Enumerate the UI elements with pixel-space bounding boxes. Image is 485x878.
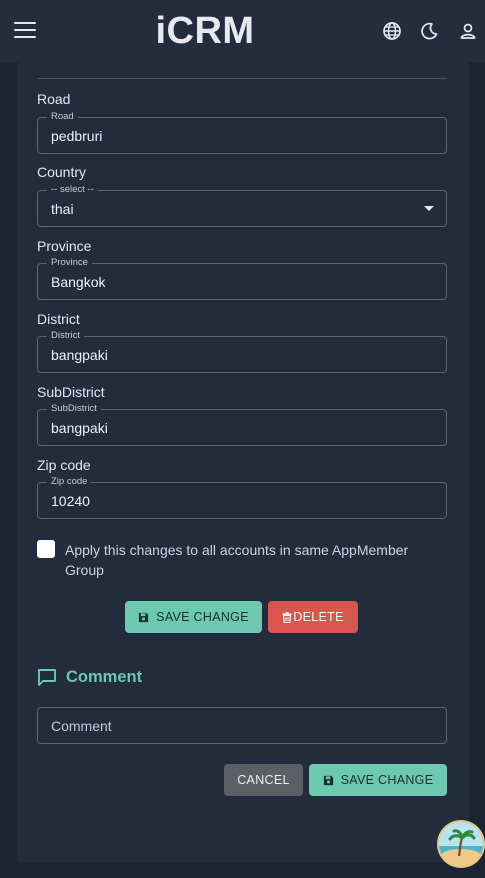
beach-island-icon xyxy=(437,820,485,868)
comment-input[interactable] xyxy=(38,708,446,743)
person-icon[interactable] xyxy=(458,21,478,41)
comment-icon xyxy=(38,669,56,686)
address-form-card: Road Road pedbruri Country -- select -- … xyxy=(17,62,469,862)
subdistrict-field-label: SubDistrict xyxy=(47,402,101,416)
province-label: Province xyxy=(37,238,92,254)
previous-field-edge xyxy=(37,78,447,79)
apply-all-checkbox[interactable] xyxy=(37,540,55,558)
subdistrict-field[interactable]: SubDistrict bangpaki xyxy=(37,402,447,446)
road-value: pedbruri xyxy=(51,128,103,144)
zipcode-field[interactable]: Zip code 10240 xyxy=(37,475,447,519)
save-change-label: SAVE CHANGE xyxy=(156,610,249,624)
country-select[interactable]: -- select -- thai xyxy=(37,183,447,227)
apply-all-label: Apply this changes to all accounts in sa… xyxy=(65,542,409,578)
zipcode-label: Zip code xyxy=(37,457,91,473)
district-label: District xyxy=(37,311,80,327)
subdistrict-value: bangpaki xyxy=(51,420,108,436)
province-value: Bangkok xyxy=(51,274,106,290)
globe-icon[interactable] xyxy=(382,21,402,41)
district-field[interactable]: District bangpaki xyxy=(37,329,447,373)
country-value: thai xyxy=(51,201,74,217)
delete-label: DELETE xyxy=(293,610,344,624)
app-title: iCRM xyxy=(155,10,255,52)
zipcode-value: 10240 xyxy=(51,493,90,509)
app-bar: iCRM xyxy=(0,0,485,62)
province-field[interactable]: Province Bangkok xyxy=(37,256,447,300)
road-field-label: Road xyxy=(47,110,78,124)
district-value: bangpaki xyxy=(51,347,108,363)
country-field-label: -- select -- xyxy=(47,183,98,197)
cancel-label: CANCEL xyxy=(237,773,290,787)
cancel-button[interactable]: CANCEL xyxy=(224,764,303,796)
comment-save-button[interactable]: SAVE CHANGE xyxy=(309,764,447,796)
comment-title: Comment xyxy=(66,668,143,686)
caret-down-icon[interactable] xyxy=(424,206,434,211)
road-field[interactable]: Road pedbruri xyxy=(37,110,447,154)
comment-field[interactable] xyxy=(37,707,447,744)
province-field-label: Province xyxy=(47,256,92,270)
floppy-disk-icon xyxy=(139,612,149,622)
country-label: Country xyxy=(37,164,87,180)
save-change-button[interactable]: SAVE CHANGE xyxy=(125,601,262,633)
comment-save-label: SAVE CHANGE xyxy=(340,773,434,787)
road-label: Road xyxy=(37,91,71,107)
comment-header: Comment xyxy=(37,668,142,687)
zipcode-field-label: Zip code xyxy=(47,475,92,489)
trash-icon xyxy=(282,611,292,623)
subdistrict-label: SubDistrict xyxy=(37,384,105,400)
district-field-label: District xyxy=(47,329,85,343)
delete-button[interactable]: DELETE xyxy=(268,601,358,633)
chat-assistant-avatar[interactable] xyxy=(437,820,485,868)
moon-icon[interactable] xyxy=(419,21,439,41)
floppy-disk-icon xyxy=(323,775,333,785)
